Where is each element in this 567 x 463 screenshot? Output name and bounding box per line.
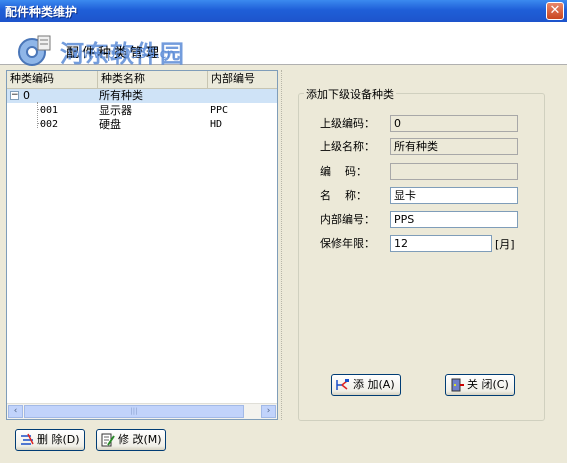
add-button-label: 添 加(A) xyxy=(353,378,395,391)
column-header-internal[interactable]: 内部编号 xyxy=(208,71,277,88)
add-button[interactable]: 添 加(A) xyxy=(331,374,401,396)
tree-row-name: 硬盘 xyxy=(99,118,121,131)
close-icon[interactable]: ✕ xyxy=(546,2,564,20)
warranty-unit: [月] xyxy=(495,238,515,251)
scroll-right-icon[interactable]: › xyxy=(261,405,276,418)
warranty-input[interactable]: 12 xyxy=(390,235,492,252)
modify-button-label: 修 改(M) xyxy=(118,433,162,446)
tree-row[interactable]: 001 显示器 PPC xyxy=(7,104,277,118)
tree-column-headers: 种类编码 种类名称 内部编号 xyxy=(7,71,277,89)
category-tree[interactable]: 种类编码 种类名称 内部编号 − 0 所有种类 001 显示器 PPC 002 … xyxy=(6,70,278,420)
tree-row[interactable]: 002 硬盘 HD xyxy=(7,118,277,132)
scroll-thumb[interactable]: ||| xyxy=(24,405,244,418)
scroll-left-icon[interactable]: ‹ xyxy=(8,405,23,418)
dialog-window: 配件种类维护 ✕ 河东软件园 配件种类管理 www.pc0359.cn 种类编码… xyxy=(0,0,567,463)
tree-row-root[interactable]: − 0 所有种类 xyxy=(7,89,277,103)
code-field xyxy=(390,163,518,180)
exit-door-icon xyxy=(451,378,464,392)
close-button-label: 关 闭(C) xyxy=(467,378,509,391)
code-label: 编 码： xyxy=(320,165,367,178)
delete-node-icon xyxy=(21,433,34,445)
delete-button[interactable]: 删 除(D) xyxy=(15,429,85,451)
add-node-icon xyxy=(336,379,349,390)
gear-config-icon xyxy=(18,35,51,66)
watermark-url: www.pc0359.cn xyxy=(72,47,175,62)
parent-name-field: 所有种类 xyxy=(390,138,518,155)
tree-row-name: 显示器 xyxy=(99,104,132,117)
delete-button-label: 删 除(D) xyxy=(37,433,80,446)
name-label: 名 称： xyxy=(320,189,367,202)
parent-code-field: 0 xyxy=(390,115,518,132)
panel-splitter[interactable] xyxy=(281,70,286,420)
edit-document-icon xyxy=(101,433,115,447)
tree-row-internal: HD xyxy=(210,119,223,130)
internal-code-label: 内部编号： xyxy=(320,213,375,226)
tree-row-code: 002 xyxy=(40,119,59,130)
modify-button[interactable]: 修 改(M) xyxy=(96,429,166,451)
name-input[interactable]: 显卡 xyxy=(390,187,518,204)
warranty-label: 保修年限： xyxy=(320,237,375,250)
title-bar[interactable]: 配件种类维护 ✕ xyxy=(0,0,567,22)
close-button[interactable]: 关 闭(C) xyxy=(445,374,515,396)
column-header-code[interactable]: 种类编码 xyxy=(7,71,98,88)
window-title: 配件种类维护 xyxy=(5,5,78,19)
collapse-icon[interactable]: − xyxy=(10,91,19,100)
tree-row-code: 001 xyxy=(40,105,59,116)
groupbox-title: 添加下级设备种类 xyxy=(304,86,396,102)
tree-row-name: 所有种类 xyxy=(99,89,143,102)
tree-row-internal: PPC xyxy=(210,105,229,116)
parent-code-label: 上级编码： xyxy=(320,117,375,130)
column-header-name[interactable]: 种类名称 xyxy=(98,71,208,88)
horizontal-scrollbar[interactable]: ‹ ||| › xyxy=(7,403,277,419)
parent-name-label: 上级名称： xyxy=(320,140,375,153)
internal-code-input[interactable]: PPS xyxy=(390,211,518,228)
tree-row-code: 0 xyxy=(23,89,30,102)
